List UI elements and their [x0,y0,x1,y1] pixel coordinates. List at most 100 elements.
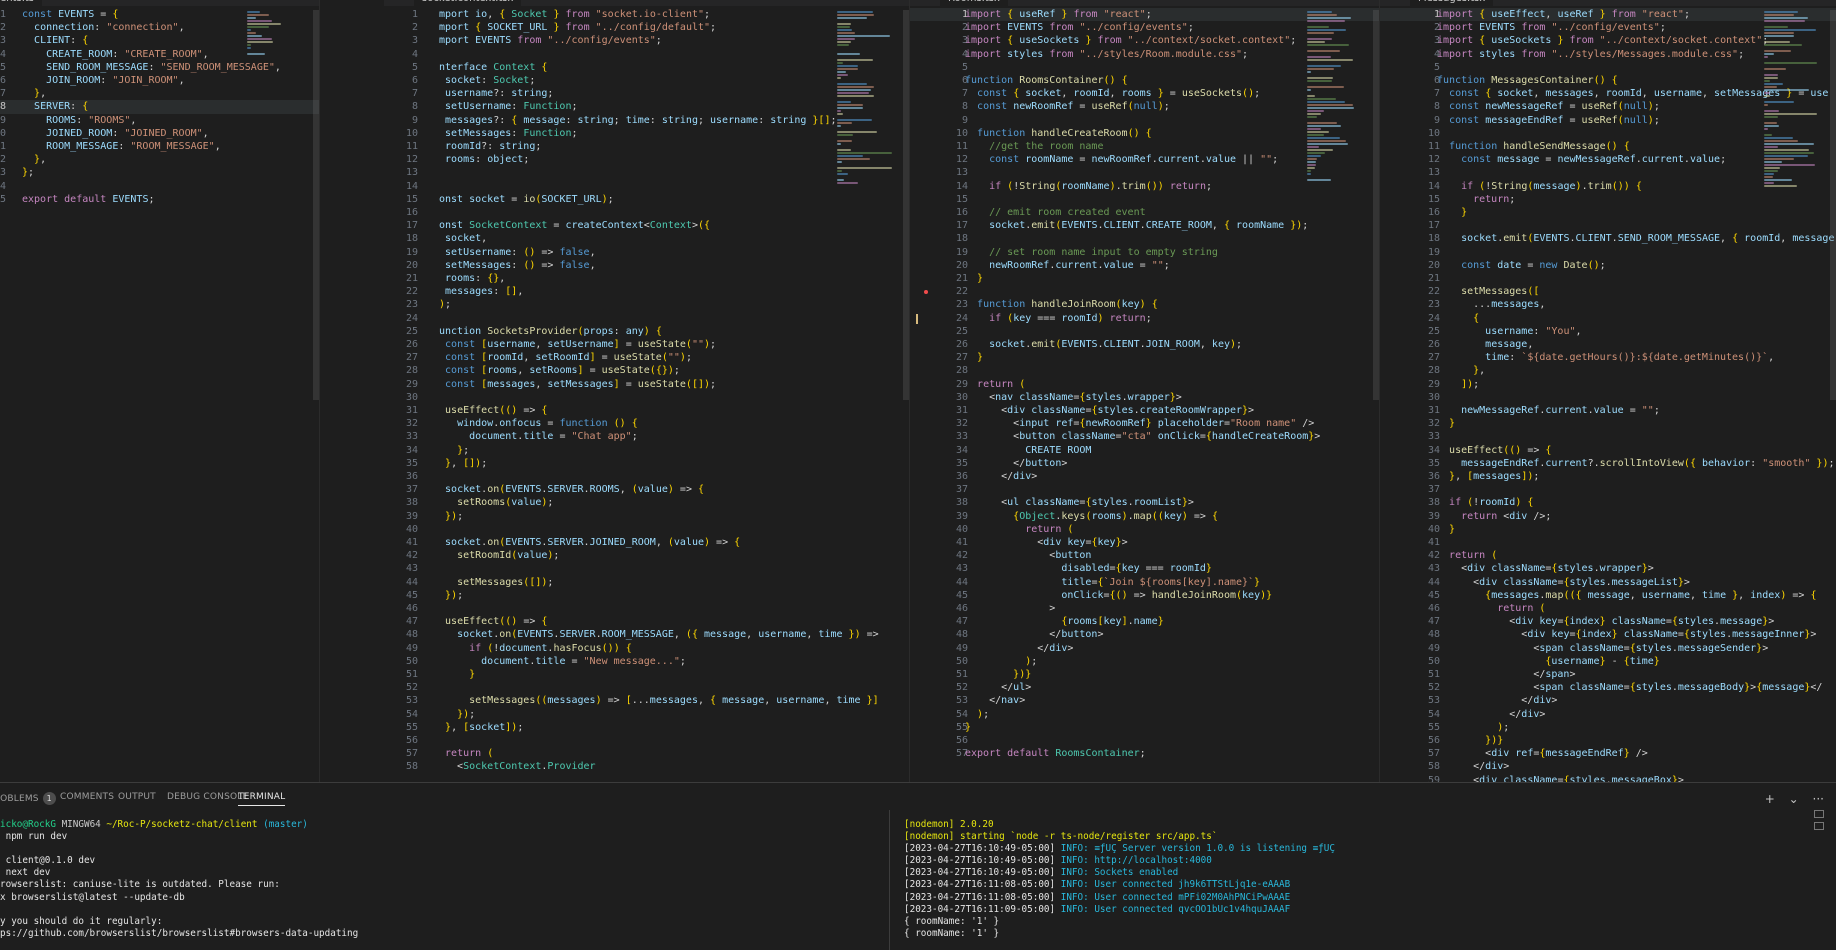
code-line[interactable]: 25 [910,325,1379,338]
minimap[interactable] [247,10,307,170]
code-line[interactable]: 31 useEffect(() => { [384,404,909,417]
code-line[interactable]: 38 if (!roomId) { [1380,496,1836,509]
code-line[interactable]: 22 [910,285,1379,298]
more-actions-icon[interactable]: ··· [1813,792,1824,806]
code-line[interactable]: 37 socket.on(EVENTS.SERVER.ROOMS, (value… [384,483,909,496]
code-line[interactable]: 57 return ( [384,747,909,760]
code-line[interactable]: 48 </button> [910,628,1379,641]
panel-tab-debug[interactable]: DEBUG CONSOLE [167,792,248,802]
code-line[interactable]: 26 message, [1380,338,1836,351]
editor-rooms[interactable]: Rooms.tsx1import { useRef } from "react"… [910,0,1380,782]
code-line[interactable]: 37 [910,483,1379,496]
code-line[interactable]: 15 [910,193,1379,206]
minimap[interactable] [1307,10,1367,181]
terminal-instance-icon[interactable] [1814,822,1824,830]
code-line[interactable]: 51 })} [910,668,1379,681]
code-line[interactable]: 48 <div key={index} className={styles.me… [1380,628,1836,641]
code-line[interactable]: 21 rooms: {}, [384,272,909,285]
code-line[interactable]: 30 <nav className={styles.wrapper}> [910,391,1379,404]
code-line[interactable]: 39 }); [384,510,909,523]
code-line[interactable]: 18 socket.emit(EVENTS.CLIENT.SEND_ROOM_M… [1380,232,1836,245]
code-line[interactable]: 31 <div className={styles.createRoomWrap… [910,404,1379,417]
vertical-scrollbar[interactable] [313,10,319,400]
code-line[interactable]: 14 [0,180,319,193]
code-line[interactable]: 47 useEffect(() => { [384,615,909,628]
code-line[interactable]: 30 [384,391,909,404]
code-line[interactable]: 37 [1380,483,1836,496]
code-line[interactable]: 56 [384,734,909,747]
code-line[interactable]: 23 ...messages, [1380,298,1836,311]
code-line[interactable]: 50 ); [910,655,1379,668]
code-line[interactable]: 44 title={`Join ${rooms[key].name}`} [910,576,1379,589]
panel-tab-comments[interactable]: COMMENTS [60,792,114,802]
code-line[interactable]: 36 [384,470,909,483]
code-line[interactable]: 8 setUsername: Function; [384,100,909,113]
code-line[interactable]: 55} [910,721,1379,734]
vertical-scrollbar[interactable] [1373,10,1379,400]
code-line[interactable]: 50 {username} - {time} [1380,655,1836,668]
code-line[interactable]: 38 setRooms(value); [384,496,909,509]
code-line[interactable]: 14 [384,180,909,193]
code-line[interactable]: 20 newRoomRef.current.value = ""; [910,259,1379,272]
code-line[interactable]: 32 } [1380,417,1836,430]
code-line[interactable]: 43 disabled={key === roomId} [910,562,1379,575]
code-line[interactable]: 27 time: `${date.getHours()}:${date.getM… [1380,351,1836,364]
code-line[interactable]: 52 <span className={styles.messageBody}>… [1380,681,1836,694]
code-line[interactable]: 29 return ( [910,378,1379,391]
code-line[interactable]: 50 document.title = "New message..."; [384,655,909,668]
code-line[interactable]: 44 <div className={styles.messageList}> [1380,576,1836,589]
code-line[interactable]: 15 export default EVENTS; [0,193,319,206]
code-line[interactable]: 39 {Object.keys(rooms).map((key) => { [910,510,1379,523]
code-line[interactable]: 38 <ul className={styles.roomList}> [910,496,1379,509]
code-line[interactable]: 31 newMessageRef.current.value = ""; [1380,404,1836,417]
code-line[interactable]: 12 rooms: object; [384,153,909,166]
code-line[interactable]: 55 ); [1380,721,1836,734]
code-line[interactable]: 22 setMessages([ [1380,285,1836,298]
code-line[interactable]: 29 const [messages, setMessages] = useSt… [384,378,909,391]
code-line[interactable]: 1 mport io, { Socket } from "socket.io-cl… [384,8,909,21]
code-line[interactable]: 36 </div> [910,470,1379,483]
panel-tab-terminal[interactable]: TERMINAL [238,792,286,806]
code-line[interactable]: 17 onst SocketContext = createContext<Con… [384,219,909,232]
code-line[interactable]: 17 socket.emit(EVENTS.CLIENT.CREATE_ROOM… [910,219,1379,232]
code-line[interactable]: 44 setMessages([]); [384,576,909,589]
code-line[interactable]: 48 socket.on(EVENTS.SERVER.ROOM_MESSAGE,… [384,628,909,641]
code-line[interactable]: 34 CREATE ROOM [910,444,1379,457]
terminal-left[interactable]: icko@RockG MINGW64 ~/Roc-P/socketz-chat/… [0,819,880,949]
code-line[interactable]: 46 return ( [1380,602,1836,615]
code-line[interactable]: 2 mport { SOCKET_URL } from "../config/de… [384,21,909,34]
code-line[interactable]: 28 [910,364,1379,377]
code-line[interactable]: 45 onClick={() => handleJoinRoom(key)} [910,589,1379,602]
code-line[interactable]: 54 </div> [1380,708,1836,721]
code-line[interactable]: 53 </nav> [910,694,1379,707]
code-line[interactable]: 16 } [1380,206,1836,219]
code-line[interactable]: 42 setRoomId(value); [384,549,909,562]
new-terminal-icon[interactable]: + [1765,792,1775,806]
code-line[interactable]: 21 } [910,272,1379,285]
code-line[interactable]: 18 [910,232,1379,245]
code-line[interactable]: 19 setUsername: () => false, [384,246,909,259]
code-line[interactable]: 40 return ( [910,523,1379,536]
minimap[interactable] [1764,10,1824,187]
terminal-instance-icon[interactable] [1814,810,1824,818]
code-line[interactable]: 39 return <div />; [1380,510,1836,523]
code-line[interactable]: 47 {rooms[key].name} [910,615,1379,628]
code-line[interactable]: 49 if (!document.hasFocus()) { [384,642,909,655]
code-line[interactable]: 21 [1380,272,1836,285]
code-line[interactable]: 55 }, [socket]); [384,721,909,734]
code-line[interactable]: 14 if (!String(roomName).trim()) return; [910,180,1379,193]
code-line[interactable]: 59 <div className={styles.messageBox}> [1380,774,1836,782]
code-line[interactable]: 27 } [910,351,1379,364]
code-line[interactable]: 28 const [rooms, setRooms] = useState({}… [384,364,909,377]
code-line[interactable]: 19 // set room name input to empty strin… [910,246,1379,259]
code-line[interactable]: 15 onst socket = io(SOCKET_URL); [384,193,909,206]
code-line[interactable]: 20 setMessages: () => false, [384,259,909,272]
code-line[interactable]: 40 [384,523,909,536]
code-line[interactable]: 24 if (key === roomId) return; [910,312,1379,325]
minimap[interactable] [837,10,897,184]
code-line[interactable]: 9 messages?: { message: string; time: st… [384,114,909,127]
code-line[interactable]: 47 <div key={index} className={styles.me… [1380,615,1836,628]
code-line[interactable]: 3 mport EVENTS from "../config/events"; [384,34,909,47]
code-line[interactable]: 35 messageEndRef.current?.scrollIntoView… [1380,457,1836,470]
code-line[interactable]: 33 [1380,430,1836,443]
